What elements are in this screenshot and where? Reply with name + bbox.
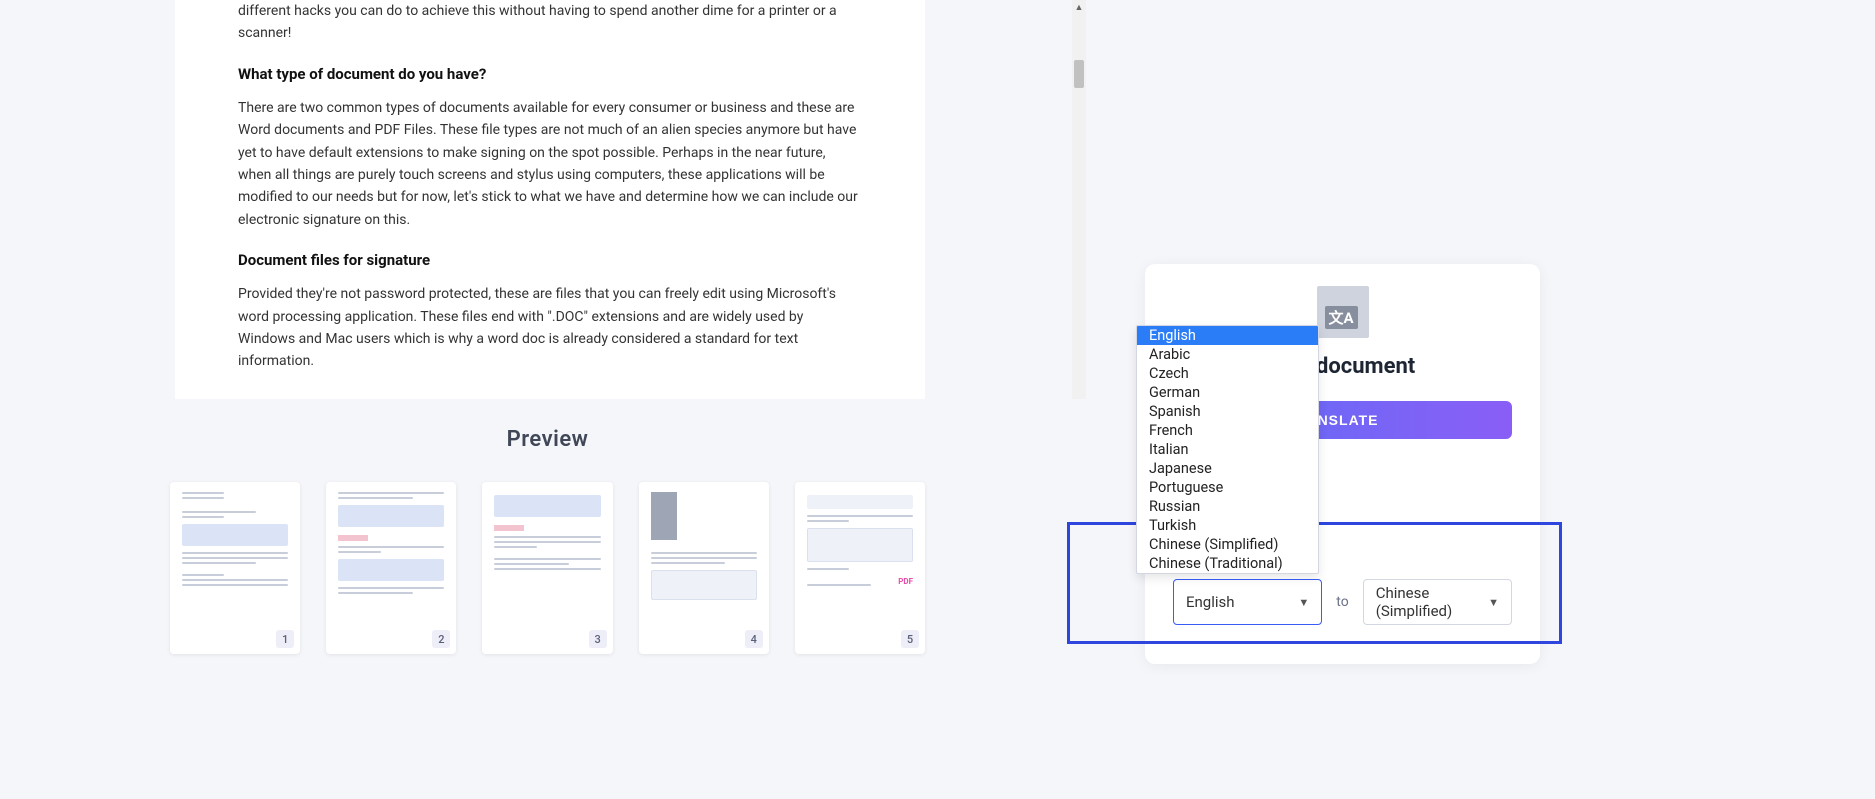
language-row: English ▼ to Chinese (Simplified) ▼ [1173, 579, 1512, 625]
page-number-badge: 3 [589, 630, 607, 648]
language-option[interactable]: Portuguese [1137, 478, 1318, 497]
chevron-down-icon: ▼ [1298, 596, 1309, 609]
language-option[interactable]: Italian [1137, 440, 1318, 459]
preview-title: Preview [0, 427, 1095, 452]
language-option[interactable]: Turkish [1137, 516, 1318, 535]
language-option[interactable]: Arabic [1137, 345, 1318, 364]
page-thumbnail[interactable]: 1 [170, 482, 300, 654]
thumbnails-row: 1 2 3 [0, 482, 1095, 654]
language-option[interactable]: Chinese (Simplified) [1137, 535, 1318, 554]
page-number-badge: 5 [901, 630, 919, 648]
preview-section: Preview 1 2 [0, 399, 1095, 654]
language-option[interactable]: Japanese [1137, 459, 1318, 478]
scroll-up-arrow-icon[interactable]: ▲ [1072, 0, 1086, 14]
target-language-select[interactable]: Chinese (Simplified) ▼ [1363, 579, 1512, 625]
doc-paragraph: different hacks you can do to achieve th… [238, 0, 862, 45]
language-option[interactable]: French [1137, 421, 1318, 440]
language-option[interactable]: German [1137, 383, 1318, 402]
scrollbar-thumb[interactable] [1074, 60, 1084, 88]
doc-heading: Document files for signature [238, 251, 862, 269]
translate-icon [1317, 286, 1369, 338]
page-thumbnail[interactable]: 3 [482, 482, 612, 654]
language-dropdown[interactable]: EnglishArabicCzechGermanSpanishFrenchIta… [1136, 325, 1319, 574]
page-thumbnail[interactable]: 2 [326, 482, 456, 654]
doc-heading: What type of document do you have? [238, 65, 862, 83]
language-option[interactable]: Russian [1137, 497, 1318, 516]
language-option[interactable]: Czech [1137, 364, 1318, 383]
doc-paragraph: Provided they're not password protected,… [238, 283, 862, 373]
document-pane: different hacks you can do to achieve th… [175, 0, 925, 399]
target-language-value: Chinese (Simplified) [1376, 584, 1488, 620]
source-language-select[interactable]: English ▼ [1173, 579, 1322, 625]
page-number-badge: 4 [745, 630, 763, 648]
language-option[interactable]: English [1137, 326, 1318, 345]
language-option[interactable]: Chinese (Traditional) [1137, 554, 1318, 573]
page-number-badge: 2 [432, 630, 450, 648]
source-language-value: English [1186, 593, 1235, 611]
page-thumbnail[interactable]: 4 [639, 482, 769, 654]
language-option[interactable]: Spanish [1137, 402, 1318, 421]
to-label: to [1336, 594, 1348, 610]
page-thumbnail[interactable]: PDF 5 [795, 482, 925, 654]
scrollbar[interactable]: ▲ [1072, 0, 1086, 399]
page-number-badge: 1 [276, 630, 294, 648]
chevron-down-icon: ▼ [1488, 596, 1499, 609]
doc-paragraph: There are two common types of documents … [238, 97, 862, 231]
